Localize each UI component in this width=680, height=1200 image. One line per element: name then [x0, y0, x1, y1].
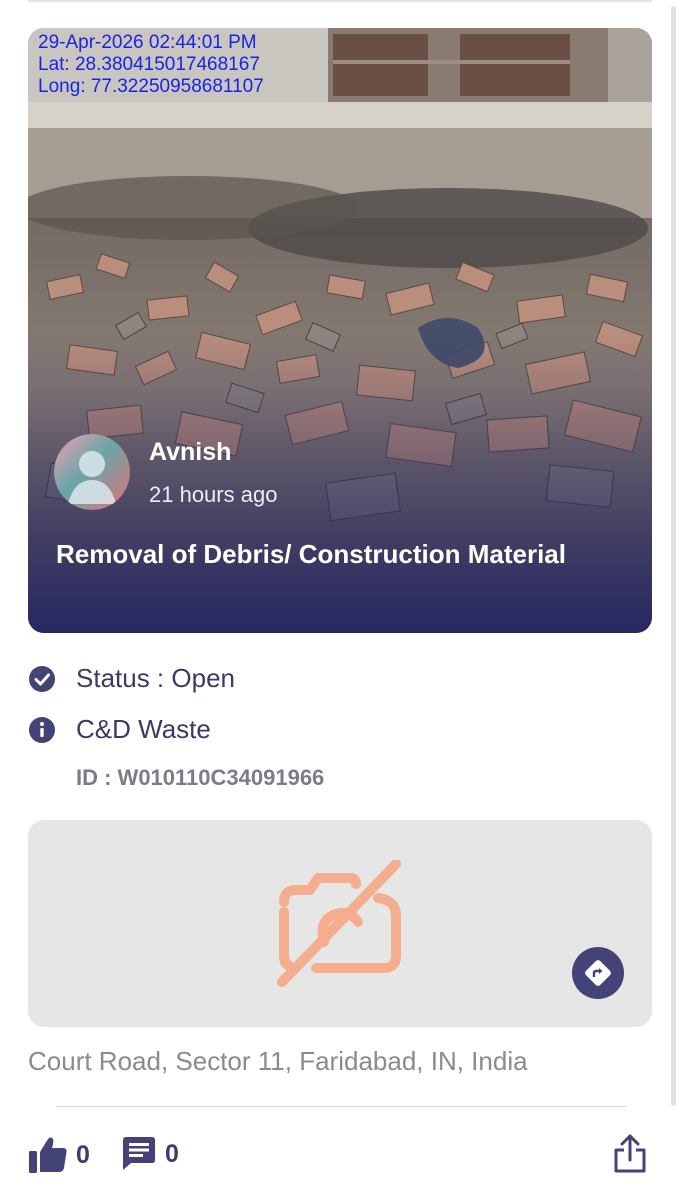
scrollbar[interactable] — [671, 6, 676, 1106]
post-time: 21 hours ago — [149, 482, 278, 507]
camera-off-icon — [276, 859, 404, 993]
top-divider — [28, 0, 652, 2]
comment-icon — [123, 1137, 155, 1170]
footer-divider — [56, 1106, 626, 1107]
comment-button[interactable]: 0 — [121, 1136, 179, 1172]
author-name[interactable]: Avnish — [149, 438, 231, 467]
location-address: Court Road, Sector 11, Faridabad, IN, In… — [28, 1046, 528, 1076]
share-button[interactable] — [612, 1134, 648, 1179]
share-icon — [614, 1134, 646, 1173]
info-icon — [28, 716, 56, 744]
stamp-longitude: Long: 77.32250958681107 — [38, 76, 264, 97]
issue-photo-card[interactable]: 29-Apr-2026 02:44:01 PM Lat: 28.38041501… — [28, 28, 652, 633]
like-count: 0 — [76, 1140, 90, 1169]
category-text: C&D Waste — [76, 714, 211, 744]
status-text: Status : Open — [76, 663, 235, 693]
check-circle-icon — [28, 665, 56, 693]
directions-icon — [585, 960, 611, 986]
directions-button[interactable] — [572, 947, 624, 999]
category-row: C&D Waste — [28, 714, 211, 745]
stamp-latitude: Lat: 28.380415017468167 — [38, 54, 260, 75]
issue-title: Removal of Debris/ Construction Material — [56, 539, 566, 569]
stamp-datetime: 29-Apr-2026 02:44:01 PM — [38, 32, 257, 53]
geo-stamp: 29-Apr-2026 02:44:01 PM Lat: 28.38041501… — [38, 32, 264, 98]
avatar[interactable] — [54, 434, 130, 510]
thumbs-up-icon — [29, 1137, 67, 1173]
like-button[interactable]: 0 — [28, 1136, 90, 1174]
comment-count: 0 — [165, 1139, 179, 1168]
location-map[interactable] — [28, 820, 652, 1027]
issue-id: ID : W010110C34091966 — [76, 765, 325, 790]
status-row: Status : Open — [28, 663, 235, 694]
